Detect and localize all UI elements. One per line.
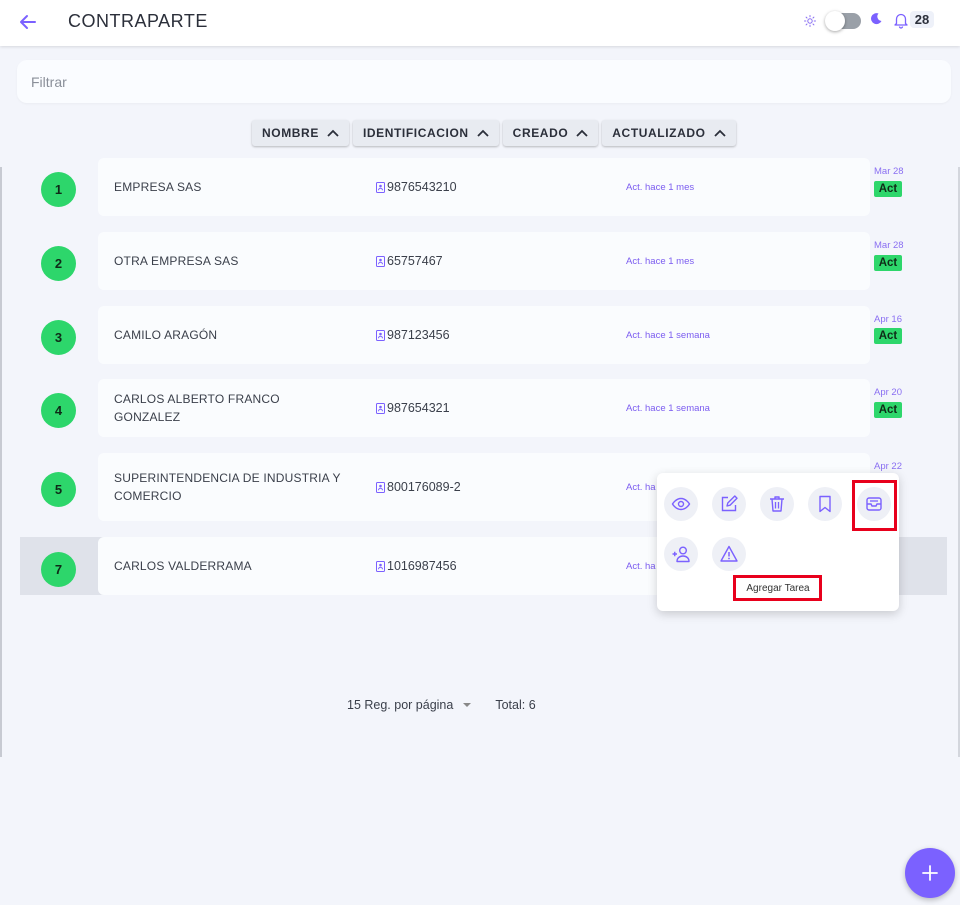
left-divider (0, 167, 2, 757)
row-ident-value: 9876543210 (387, 180, 457, 194)
id-document-icon (376, 329, 385, 341)
row-identification: 987123456 (376, 306, 450, 364)
row-ident-value: 800176089-2 (387, 480, 461, 494)
add-button[interactable] (905, 848, 955, 898)
row-name: EMPRESA SAS (114, 180, 202, 194)
moon-icon (871, 13, 882, 25)
warning-icon (720, 545, 738, 562)
status-badge: Act (874, 328, 902, 344)
id-document-icon (376, 560, 385, 572)
row-date: Apr 20 (874, 387, 902, 398)
row-updated: Act. hace 1 semana (626, 329, 710, 341)
per-page-label: 15 Reg. por página (347, 698, 454, 712)
row-identification: 65757467 (376, 232, 443, 290)
row-updated: Act. ha (626, 481, 656, 493)
back-button[interactable] (16, 10, 40, 34)
add-contact-button[interactable] (664, 537, 698, 571)
row-name: SUPERINTENDENCIA DE INDUSTRIA Y COMERCIO (114, 471, 341, 503)
edit-icon (721, 495, 738, 512)
row-name: CARLOS VALDERRAMA (114, 559, 252, 573)
row-date: Apr 22 (874, 461, 902, 472)
row-ident-value: 1016987456 (387, 559, 457, 573)
row-ident-value: 987654321 (387, 401, 450, 415)
row-updated: Act. hace 1 mes (626, 181, 695, 193)
status-badge: Act (874, 402, 902, 418)
theme-toggle[interactable] (825, 11, 861, 31)
sort-nombre-button[interactable]: NOMBRE (252, 120, 349, 146)
table-row[interactable]: CARLOS ALBERTO FRANCO GONZALEZ 987654321… (98, 379, 870, 437)
sort-identificacion-label: IDENTIFICACION (362, 126, 469, 140)
row-number-badge: 2 (41, 246, 76, 281)
chevron-up-icon (576, 129, 588, 137)
sort-actualizado-button[interactable]: ACTUALIZADO (602, 120, 736, 146)
row-date: Apr 16 (874, 314, 902, 325)
chevron-up-icon (713, 129, 726, 137)
table-row[interactable]: OTRA EMPRESA SAS 65757467 Act. hace 1 me… (98, 232, 870, 290)
row-ident-value: 987123456 (387, 328, 450, 342)
row-name: CARLOS ALBERTO FRANCO GONZALEZ (114, 392, 280, 424)
add-user-icon (672, 546, 690, 563)
page-title: CONTRAPARTE (68, 11, 208, 31)
status-badge: Act (874, 181, 902, 197)
row-name: OTRA EMPRESA SAS (114, 254, 239, 268)
row-number-badge: 3 (41, 320, 76, 355)
filter-input[interactable] (17, 60, 951, 103)
row-name: CAMILO ARAGÓN (114, 328, 218, 342)
alert-button[interactable] (712, 537, 746, 571)
id-document-icon (376, 402, 385, 414)
pagination: 15 Reg. por página Total: 6 (347, 698, 536, 712)
row-number-badge: 5 (41, 472, 76, 507)
notification-count-badge: 28 (910, 11, 934, 28)
chevron-up-icon (477, 129, 489, 137)
table-row[interactable]: EMPRESA SAS 9876543210 Act. hace 1 mes (98, 158, 870, 216)
trash-icon (770, 496, 784, 512)
row-updated: Act. hace 1 semana (626, 402, 710, 414)
row-updated: Act. hace 1 mes (626, 255, 695, 267)
row-updated: Act. ha (626, 560, 656, 572)
sort-creado-label: CREADO (512, 126, 569, 140)
bookmark-button[interactable] (808, 487, 842, 521)
total-count: Total: 6 (495, 698, 536, 712)
sort-actualizado-label: ACTUALIZADO (612, 126, 706, 140)
row-identification: 9876543210 (376, 158, 457, 216)
chevron-up-icon (327, 129, 339, 137)
tooltip-add-task: Agregar Tarea (746, 582, 810, 594)
row-identification: 1016987456 (376, 537, 457, 595)
id-document-icon (376, 255, 385, 267)
row-date: Mar 28 (874, 240, 904, 251)
row-number-badge: 1 (41, 172, 76, 207)
sort-creado-button[interactable]: CREADO (502, 120, 599, 146)
bell-icon[interactable] (892, 11, 910, 29)
sort-nombre-label: NOMBRE (262, 126, 319, 140)
sort-identificacion-button[interactable]: IDENTIFICACION (352, 120, 499, 146)
sun-icon (804, 15, 816, 27)
caret-down-icon (463, 703, 472, 707)
bookmark-icon (819, 495, 831, 513)
row-number-badge: 4 (41, 393, 76, 428)
per-page-select[interactable]: 15 Reg. por página (347, 698, 472, 712)
top-bar: CONTRAPARTE 28 (0, 0, 960, 46)
row-date: Mar 28 (874, 166, 904, 177)
id-document-icon (376, 181, 385, 193)
plus-icon (922, 865, 938, 881)
table-row[interactable]: CAMILO ARAGÓN 987123456 Act. hace 1 sema… (98, 306, 870, 364)
row-identification: 800176089-2 (376, 453, 461, 521)
row-number-badge: 7 (41, 552, 76, 587)
eye-icon (671, 497, 691, 511)
toggle-knob (825, 11, 845, 31)
highlight-box-add-task (852, 480, 897, 531)
status-badge: Act (874, 255, 902, 271)
arrow-left-icon (20, 15, 36, 29)
sort-bar: NOMBRE IDENTIFICACION CREADO ACTUALIZADO (252, 120, 736, 146)
row-identification: 987654321 (376, 379, 450, 437)
delete-button[interactable] (760, 487, 794, 521)
view-button[interactable] (664, 487, 698, 521)
row-ident-value: 65757467 (387, 254, 443, 268)
edit-button[interactable] (712, 487, 746, 521)
id-document-icon (376, 481, 385, 493)
